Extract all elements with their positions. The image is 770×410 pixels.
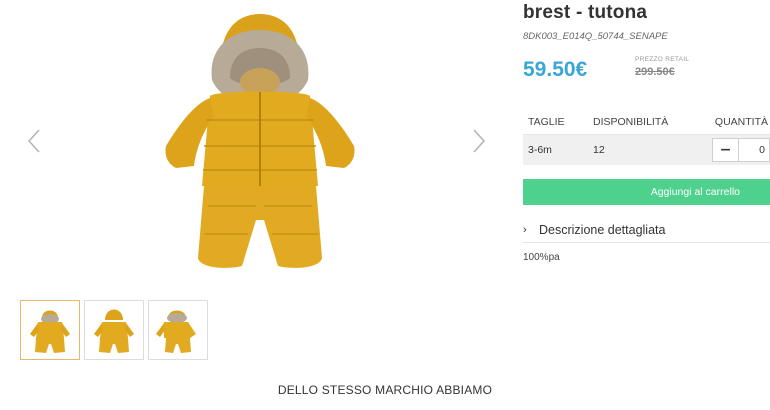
quantity-input[interactable]	[739, 138, 769, 161]
availability-cell: 12	[588, 134, 693, 165]
retail-price-label: PREZZO RETAIL	[635, 56, 690, 63]
availability-column-header: DISPONIBILITÀ	[588, 110, 693, 135]
thumbnail-open-view[interactable]	[148, 300, 208, 360]
gallery-next-arrow-icon[interactable]	[470, 128, 488, 154]
thumbnail-strip	[20, 300, 208, 360]
size-column-header: TAGLIE	[523, 110, 588, 135]
detailed-description-label: Descrizione dettagliata	[539, 223, 666, 237]
quantity-cell: −	[692, 134, 770, 165]
product-main-image	[165, 14, 355, 268]
material-composition: 100%pa	[523, 251, 560, 263]
thumbnail-open-image	[156, 310, 196, 353]
chevron-right-icon: ›	[523, 224, 527, 236]
current-price: 59.50€	[523, 58, 588, 81]
product-gallery	[0, 0, 505, 290]
quantity-column-header: QUANTITÀ	[692, 110, 770, 135]
product-info-panel: brest - tutona 8DK003_E014Q_50744_SENAPE…	[523, 0, 770, 263]
thumbnail-back-image	[94, 309, 134, 353]
price-row: 59.50€ PREZZO RETAIL 299.50€	[523, 52, 770, 92]
product-sku: 8DK003_E014Q_50744_SENAPE	[523, 31, 668, 42]
thumbnail-front-view[interactable]	[20, 300, 80, 360]
add-to-cart-button[interactable]: Aggiungi al carrello	[523, 178, 770, 205]
quantity-decrease-button[interactable]: −	[713, 138, 739, 161]
gallery-prev-arrow-icon[interactable]	[25, 128, 43, 154]
stock-table-header-row: TAGLIE DISPONIBILITÀ QUANTITÀ	[523, 110, 770, 135]
retail-price: 299.50€	[635, 66, 675, 78]
stock-table: TAGLIE DISPONIBILITÀ QUANTITÀ 3-6m 12 −	[523, 110, 770, 165]
quantity-stepper: −	[712, 137, 770, 162]
size-cell: 3-6m	[523, 134, 588, 165]
thumbnail-front-image	[30, 310, 70, 353]
detailed-description-toggle[interactable]: › Descrizione dettagliata	[523, 219, 770, 243]
table-row: 3-6m 12 −	[523, 134, 770, 165]
product-title: brest - tutona	[523, 2, 648, 23]
same-brand-heading: DELLO STESSO MARCHIO ABBIAMO	[277, 383, 493, 397]
thumbnail-back-view[interactable]	[84, 300, 144, 360]
